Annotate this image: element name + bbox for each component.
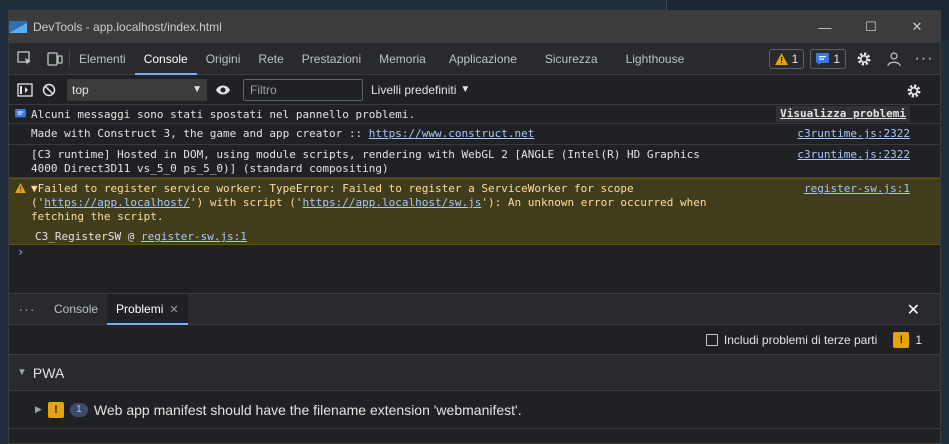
tab-lighthouse[interactable]: Lighthouse <box>612 43 699 75</box>
issues-toolbar: Includi problemi di terze parti ! 1 <box>9 325 940 355</box>
collapsed-arrow-icon: ▶ <box>35 404 42 414</box>
live-expression-eye-icon[interactable] <box>211 78 235 102</box>
source-link[interactable]: register-sw.js:1 <box>804 182 910 196</box>
console-log-row: [C3 runtime] Hosted in DOM, using module… <box>9 145 940 178</box>
console-log-row: Made with Construct 3, the game and app … <box>9 124 940 145</box>
drawer-tab-problemi[interactable]: Problemi ✕ <box>107 294 188 325</box>
tab-elementi[interactable]: Elementi <box>70 43 135 75</box>
inspect-element-icon[interactable] <box>9 43 41 75</box>
stack-link[interactable]: register-sw.js:1 <box>141 230 247 243</box>
drawer-more-icon[interactable]: ··· <box>9 301 45 317</box>
tab-origini[interactable]: Origini <box>197 43 250 75</box>
device-toolbar-icon[interactable] <box>41 43 69 75</box>
drawer-tab-bar: ··· Console Problemi ✕ ✕ <box>9 293 940 325</box>
issue-count: 1 <box>915 332 922 347</box>
third-party-label: Includi problemi di terze parti <box>723 332 878 347</box>
filter-input[interactable] <box>243 78 363 101</box>
close-drawer-icon[interactable]: ✕ <box>907 300 920 320</box>
context-selector[interactable]: top ▼ <box>67 78 207 101</box>
log-text: [C3 runtime] Hosted in DOM, using module… <box>31 148 700 175</box>
tab-memoria[interactable]: Memoria <box>370 43 435 75</box>
close-tab-icon[interactable]: ✕ <box>169 304 178 316</box>
source-link[interactable]: c3runtime.js:2322 <box>797 148 910 162</box>
devtools-app-icon <box>9 21 27 33</box>
construct-link[interactable]: https://www.construct.net <box>369 127 535 140</box>
console-settings-gear-icon[interactable] <box>902 79 926 103</box>
tab-applicazione[interactable]: Applicazione <box>435 43 531 75</box>
devtools-window: DevTools - app.localhost/index.html — ☐ … <box>8 10 941 444</box>
chevron-down-icon: ▼ <box>192 83 202 95</box>
source-link[interactable]: c3runtime.js:2322 <box>797 127 910 141</box>
issue-group-label: PWA <box>32 364 65 381</box>
issue-group-pwa[interactable]: ▼ PWA <box>9 355 940 391</box>
sidebar-toggle-icon[interactable] <box>13 78 37 102</box>
more-options-icon[interactable]: ··· <box>912 47 936 71</box>
console-toolbar: top ▼ Livelli predefiniti ▼ <box>9 75 940 105</box>
info-message-icon <box>15 109 26 118</box>
issue-row[interactable]: ▶ ! 1 Web app manifest should have the f… <box>9 391 940 429</box>
warning-text-mid: ') with script (' <box>189 196 303 209</box>
tab-console[interactable]: Console <box>134 43 197 75</box>
warning-icon <box>774 53 788 65</box>
console-output[interactable]: Alcuni messaggi sono stati spostati nel … <box>9 105 940 293</box>
settings-gear-icon[interactable] <box>852 47 876 71</box>
issue-warning-icon: ! <box>47 401 64 418</box>
issues-moved-text: Alcuni messaggi sono stati spostati nel … <box>31 108 416 121</box>
tab-sicurezza[interactable]: Sicurezza <box>531 43 612 75</box>
feedback-icon[interactable] <box>882 47 906 71</box>
main-tab-bar: Elementi Console Origini Rete Prestazion… <box>9 43 940 75</box>
issue-text: Web app manifest should have the filenam… <box>93 401 522 418</box>
stack-trace: C3_RegisterSW @ register-sw.js:1 <box>35 230 720 244</box>
close-window-button[interactable]: ✕ <box>894 11 940 43</box>
drawer-tab-console[interactable]: Console <box>45 294 107 324</box>
warnings-badge[interactable]: 1 <box>768 49 805 69</box>
caret-down-icon: ▼ <box>460 84 471 95</box>
clear-console-icon[interactable] <box>37 78 61 102</box>
warnings-count: 1 <box>791 52 799 66</box>
expand-arrow-icon: ▼ <box>17 367 27 378</box>
tab-prestazioni[interactable]: Prestazioni <box>293 43 370 75</box>
window-title: DevTools - app.localhost/index.html <box>33 20 222 34</box>
message-icon <box>816 53 830 65</box>
warning-message: ▼Failed to register service worker: Type… <box>9 178 940 245</box>
console-prompt-row[interactable]: › <box>9 245 940 265</box>
log-text: Made with Construct 3, the game and app … <box>31 127 369 140</box>
minimize-button[interactable]: — <box>802 11 848 43</box>
issue-count-pill: 1 <box>69 402 88 417</box>
tab-rete[interactable]: Rete <box>249 43 292 75</box>
messages-badge[interactable]: 1 <box>810 49 846 69</box>
context-value: top <box>72 82 89 97</box>
script-link[interactable]: https://app.localhost/sw.js <box>303 196 482 209</box>
issues-moved-message: Alcuni messaggi sono stati spostati nel … <box>9 105 940 124</box>
messages-count: 1 <box>833 52 840 66</box>
scope-link[interactable]: https://app.localhost/ <box>44 196 190 209</box>
log-levels-label: Livelli predefiniti <box>371 82 457 97</box>
view-issues-button[interactable]: Visualizza problemi <box>776 106 910 122</box>
title-bar[interactable]: DevTools - app.localhost/index.html — ☐ … <box>9 11 940 43</box>
log-levels-dropdown[interactable]: Livelli predefiniti ▼ <box>371 83 470 97</box>
drawer-tab-problemi-label: Problemi <box>116 302 164 316</box>
warning-icon <box>15 183 26 193</box>
console-prompt-icon: › <box>17 245 25 259</box>
maximize-button[interactable]: ☐ <box>848 11 894 43</box>
third-party-checkbox[interactable] <box>705 333 718 346</box>
stack-function: C3_RegisterSW @ <box>35 230 141 243</box>
issue-warning-icon: ! <box>893 331 910 348</box>
